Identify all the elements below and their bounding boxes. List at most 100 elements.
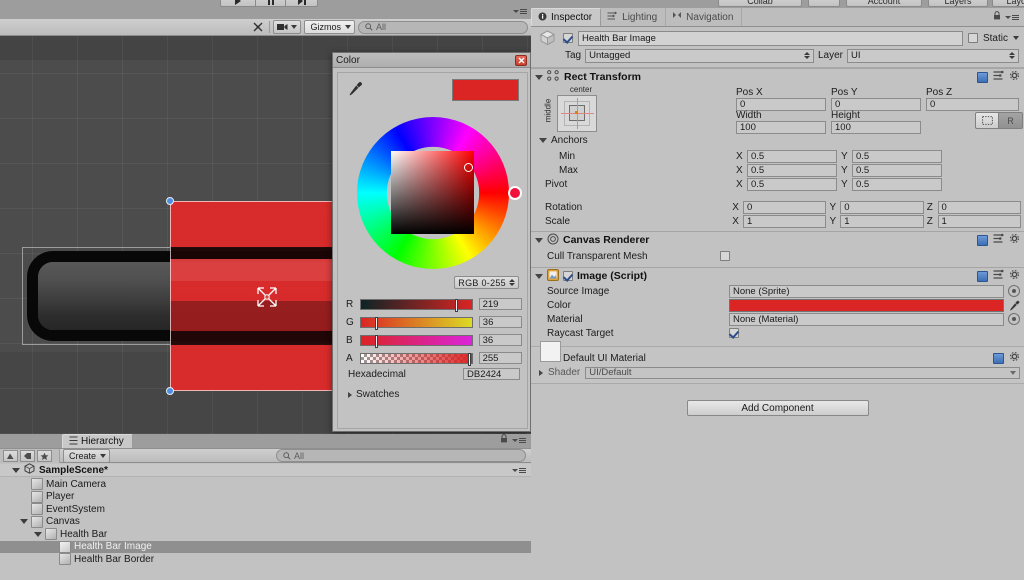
material-field[interactable]: None (Material) xyxy=(729,313,1004,326)
favorites-icon[interactable] xyxy=(3,450,18,462)
object-name-field[interactable]: Health Bar Image xyxy=(578,31,963,46)
cull-transparent-mesh-checkbox[interactable] xyxy=(720,251,730,261)
hierarchy-search-input[interactable]: All xyxy=(276,449,526,462)
static-dropdown-icon[interactable] xyxy=(1013,36,1019,40)
panel-menu-icon[interactable] xyxy=(512,438,526,443)
chevron-right-icon[interactable] xyxy=(539,370,543,376)
hierarchy-item[interactable]: EventSystem xyxy=(0,503,531,516)
play-icon[interactable] xyxy=(220,0,256,7)
channel-b-knob[interactable] xyxy=(375,335,378,348)
static-checkbox[interactable] xyxy=(968,33,978,43)
tab-lighting[interactable]: Lighting xyxy=(601,8,666,26)
effects-icon[interactable] xyxy=(250,20,266,34)
scene-context-menu-icon[interactable] xyxy=(512,468,531,473)
max-y-field[interactable]: 0.5 xyxy=(852,164,942,177)
canvas-renderer-header[interactable]: Canvas Renderer xyxy=(531,231,1024,248)
lock-icon[interactable] xyxy=(500,434,508,446)
color-picker-window[interactable]: Color RGB 0-255 xyxy=(332,52,531,432)
gear-icon[interactable] xyxy=(1009,269,1020,283)
gizmos-button[interactable]: Gizmos xyxy=(304,20,355,34)
book-icon[interactable] xyxy=(977,72,988,83)
hue-marker[interactable] xyxy=(508,186,522,200)
anchor-preset-widget[interactable] xyxy=(557,95,597,132)
chevron-down-icon[interactable] xyxy=(20,519,28,524)
chevron-down-icon[interactable] xyxy=(12,468,20,473)
scene-search-input[interactable]: All xyxy=(358,21,528,34)
channel-r-slider[interactable] xyxy=(360,299,473,310)
create-button[interactable]: Create xyxy=(63,449,110,463)
raycast-target-checkbox[interactable] xyxy=(729,328,739,338)
pivot-y-field[interactable]: 0.5 xyxy=(852,178,942,191)
chevron-down-icon[interactable] xyxy=(535,75,543,80)
width-field[interactable]: 100 xyxy=(736,121,826,134)
source-image-field[interactable]: None (Sprite) xyxy=(729,285,1004,298)
tab-hierarchy[interactable]: Hierarchy xyxy=(62,434,133,448)
channel-a-slider[interactable] xyxy=(360,353,473,364)
pivot-x-field[interactable]: 0.5 xyxy=(747,178,837,191)
panel-menu-icon[interactable] xyxy=(1005,15,1019,20)
channel-r-knob[interactable] xyxy=(455,299,458,312)
gear-icon[interactable] xyxy=(1009,351,1020,365)
gear-icon[interactable] xyxy=(1009,70,1020,84)
book-icon[interactable] xyxy=(977,235,988,246)
rect-transform-header[interactable]: Rect Transform xyxy=(531,68,1024,85)
scene-panel-menu-icon[interactable] xyxy=(513,9,527,14)
chevron-down-icon[interactable] xyxy=(539,138,547,143)
lock-icon[interactable] xyxy=(993,11,1001,23)
color-picker-titlebar[interactable]: Color xyxy=(333,53,530,68)
hierarchy-item[interactable]: Main Camera xyxy=(0,478,531,491)
channel-a-knob[interactable] xyxy=(468,353,471,366)
rect-transform-mode-toggles[interactable]: R xyxy=(975,112,1023,129)
object-enabled-checkbox[interactable] xyxy=(563,33,573,43)
object-picker-icon[interactable] xyxy=(1008,313,1020,325)
channel-g-slider[interactable] xyxy=(360,317,473,328)
collab-button[interactable]: Collab xyxy=(718,0,802,7)
selection-handle[interactable] xyxy=(166,387,174,395)
eyedropper-icon[interactable] xyxy=(348,81,362,97)
layers-button[interactable]: Layers xyxy=(928,0,988,7)
close-icon[interactable] xyxy=(515,55,527,66)
pos-z-field[interactable]: 0 xyxy=(926,98,1019,111)
max-x-field[interactable]: 0.5 xyxy=(747,164,837,177)
channel-b-field[interactable]: 36 xyxy=(479,334,522,346)
color-swatch-field[interactable] xyxy=(729,299,1004,312)
scale-x-field[interactable]: 1 xyxy=(743,215,826,228)
anchors-foldout[interactable]: Anchors xyxy=(539,135,588,146)
color-mode-dropdown[interactable]: RGB 0-255 xyxy=(454,276,519,289)
channel-g-knob[interactable] xyxy=(375,317,378,330)
raw-edit-mode-button[interactable]: R xyxy=(999,112,1023,129)
scene-root-row[interactable]: SampleScene* xyxy=(0,464,531,477)
cloud-icon[interactable] xyxy=(808,0,840,7)
channel-b-slider[interactable] xyxy=(360,335,473,346)
tab-inspector[interactable]: Inspector xyxy=(531,8,601,26)
add-component-button[interactable]: Add Component xyxy=(687,400,869,416)
book-icon[interactable] xyxy=(993,353,1004,364)
preset-icon[interactable] xyxy=(993,269,1004,283)
account-button[interactable]: Account xyxy=(846,0,922,7)
hierarchy-expander[interactable] xyxy=(34,532,42,537)
hexadecimal-field[interactable]: DB2424 xyxy=(463,368,520,380)
hierarchy-item[interactable]: Health Bar Border xyxy=(0,553,531,566)
hierarchy-item[interactable]: Player xyxy=(0,491,531,504)
color-wheel[interactable] xyxy=(353,113,513,273)
pause-icon[interactable] xyxy=(256,0,286,7)
chevron-down-icon[interactable] xyxy=(535,238,543,243)
rotation-z-field[interactable]: 0 xyxy=(938,201,1021,214)
shader-dropdown[interactable]: UI/Default xyxy=(585,367,1020,379)
hierarchy-item[interactable]: Canvas xyxy=(0,516,531,529)
object-picker-icon[interactable] xyxy=(1008,285,1020,297)
book-icon[interactable] xyxy=(977,271,988,282)
tab-navigation[interactable]: Navigation xyxy=(666,8,742,26)
image-enabled-checkbox[interactable] xyxy=(563,271,573,281)
height-field[interactable]: 100 xyxy=(831,121,921,134)
scale-y-field[interactable]: 1 xyxy=(840,215,923,228)
label-icon[interactable] xyxy=(20,450,35,462)
channel-g-field[interactable]: 36 xyxy=(479,316,522,328)
layer-dropdown[interactable]: UI xyxy=(847,49,1019,63)
rotation-x-field[interactable]: 0 xyxy=(743,201,826,214)
saturation-value-square[interactable] xyxy=(391,151,474,234)
min-x-field[interactable]: 0.5 xyxy=(747,150,837,163)
hierarchy-item-selected[interactable]: Health Bar Image xyxy=(0,541,531,554)
tag-dropdown[interactable]: Untagged xyxy=(585,49,814,63)
min-y-field[interactable]: 0.5 xyxy=(852,150,942,163)
